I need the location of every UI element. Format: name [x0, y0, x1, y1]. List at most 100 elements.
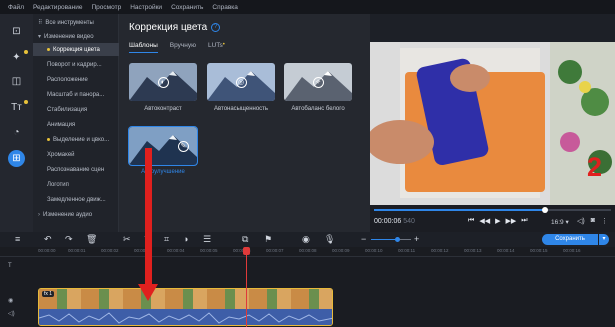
seek-bar[interactable] — [374, 207, 611, 213]
ruler-tick: 00:00:01 — [68, 248, 86, 253]
preset-autocontrast[interactable]: ◐ — [129, 63, 197, 101]
marker-icon[interactable]: ⚑ — [264, 234, 272, 245]
transitions-icon[interactable]: ◫ — [8, 73, 25, 90]
clip-properties-icon[interactable]: ☰ — [203, 234, 211, 245]
record-video-icon[interactable]: ◉ — [302, 234, 310, 245]
import-icon[interactable]: ⊡ — [8, 23, 25, 40]
text-track-icon[interactable]: T — [8, 263, 12, 269]
delete-icon[interactable]: 🗑 — [86, 234, 97, 245]
clip-thumbnails — [39, 289, 332, 309]
zoom-slider[interactable] — [371, 237, 411, 242]
magic-wand-icon: ✎ — [177, 140, 189, 152]
skip-end-icon[interactable]: ⏭ — [521, 217, 527, 225]
panel-title: Коррекция цвета? — [129, 22, 221, 33]
preset-label: Автоконтраст — [144, 106, 182, 112]
video-clip[interactable]: fx 1 — [38, 288, 333, 326]
tool-group-audio[interactable]: › Изменение аудио — [33, 208, 119, 221]
ruler-tick: 00:00:08 — [299, 248, 317, 253]
playhead[interactable] — [246, 249, 247, 327]
preset-white-balance[interactable]: ✧ — [284, 63, 352, 101]
ruler-tick: 00:00:13 — [464, 248, 482, 253]
ruler-tick: 00:00:04 — [167, 248, 185, 253]
clip-waveform — [39, 309, 332, 325]
color-adjust-icon[interactable]: ◑ — [183, 234, 188, 244]
tool-highlight[interactable]: Выделение и цвко... — [33, 133, 119, 146]
video-preview[interactable] — [370, 42, 615, 205]
audio-track-icon[interactable]: ◁) — [8, 310, 15, 317]
step-back-icon[interactable]: ◀◀ — [479, 217, 490, 225]
video-track-icon[interactable]: ◉ — [8, 297, 13, 304]
overlay-icon[interactable]: ⧉ — [242, 234, 248, 245]
bulb-icon: ✧ — [312, 76, 324, 88]
tool-stabilization[interactable]: Стабилизация — [33, 103, 119, 116]
microphone-icon[interactable]: 🎙 — [324, 234, 335, 245]
save-button[interactable]: Сохранить — [542, 234, 598, 245]
ruler-tick: 00:00:02 — [101, 248, 119, 253]
skip-start-icon[interactable]: ⏮ — [468, 217, 474, 225]
preset-autosaturation[interactable]: ◎ — [207, 63, 275, 101]
menu-help[interactable]: Справка — [212, 4, 238, 11]
menu-file[interactable]: Файл — [8, 4, 24, 11]
timeline-toolbar: ≡ ↶ ↷ 🗑 ✂ ↻ ⌗ ◑ ☰ ⧉ ⚑ ◉ 🎙 − + Сохранить … — [0, 232, 615, 247]
cut-icon[interactable]: ✂ — [123, 234, 131, 245]
tool-group-video[interactable]: ▾ Изменение видео — [33, 30, 119, 43]
tab-luts[interactable]: LUTs• — [208, 42, 225, 53]
step-forward-icon[interactable]: ▶▶ — [505, 217, 516, 225]
tab-manual[interactable]: Вручную — [170, 42, 196, 53]
tool-logo[interactable]: Логотип — [33, 178, 119, 191]
seek-progress — [374, 209, 545, 211]
preset-label: Автонасыщенность — [213, 106, 269, 112]
menu-bar: Файл Редактирование Просмотр Настройки С… — [0, 0, 615, 14]
seek-handle[interactable] — [541, 207, 548, 213]
magic-wand-icon[interactable]: ✦ — [8, 49, 28, 66]
tab-templates[interactable]: Шаблоны — [129, 42, 158, 53]
annotation-arrow-head — [138, 284, 158, 301]
more-icon[interactable]: ⋮ — [601, 217, 608, 225]
menu-edit[interactable]: Редактирование — [33, 4, 83, 11]
tool-scene-detect[interactable]: Распознавание сцен — [33, 163, 119, 176]
play-icon[interactable]: ▶ — [495, 217, 500, 225]
tool-chromakey[interactable]: Хромакей — [33, 148, 119, 161]
tool-zoom-pan[interactable]: Масштаб и панора... — [33, 88, 119, 101]
menu-settings[interactable]: Настройки — [130, 4, 162, 11]
save-dropdown-icon[interactable]: ▾ — [599, 234, 609, 245]
grid-icon: ⠿ — [38, 20, 43, 26]
help-icon[interactable]: ? — [211, 22, 221, 32]
tool-slow-motion[interactable]: Замедленное движ... — [33, 193, 119, 206]
menu-view[interactable]: Просмотр — [92, 4, 122, 11]
more-tools-icon[interactable]: ⊞ — [8, 150, 25, 167]
ruler-tick: 00:00:12 — [431, 248, 449, 253]
titles-icon[interactable]: Tт — [8, 99, 28, 116]
crop-icon[interactable]: ⌗ — [164, 234, 169, 245]
zoom-out-icon[interactable]: − — [361, 234, 366, 244]
annotation-arrow — [145, 148, 152, 288]
volume-icon[interactable]: ◁) — [577, 217, 585, 225]
zoom-in-icon[interactable]: + — [414, 234, 419, 244]
all-tools-item[interactable]: ⠿ Все инструменты — [33, 16, 119, 29]
ruler-tick: 00:00:09 — [332, 248, 350, 253]
preset-label: Автобаланс белого — [291, 106, 345, 112]
zoom-fill — [371, 239, 397, 240]
annotation-step-number: 2 — [587, 152, 603, 182]
redo-icon[interactable]: ↷ — [65, 234, 73, 245]
timeline-tracks: T ◉ ◁) fx 1 — [0, 257, 615, 327]
ruler-tick: 00:00:16 — [563, 248, 581, 253]
time-display: 00:00:06 540 — [374, 218, 415, 225]
timeline-ruler[interactable]: 00:00:00 00:00:01 00:00:02 00:00:03 00:0… — [0, 247, 615, 257]
snapshot-icon[interactable]: ◙ — [591, 217, 595, 225]
undo-icon[interactable]: ↶ — [44, 234, 52, 245]
zoom-handle[interactable] — [395, 237, 400, 242]
tool-animation[interactable]: Анимация — [33, 118, 119, 131]
menu-save[interactable]: Сохранить — [171, 4, 203, 11]
saturation-icon: ◎ — [235, 76, 247, 88]
tool-position[interactable]: Расположение — [33, 73, 119, 86]
timeline-settings-icon[interactable]: ≡ — [15, 234, 20, 244]
preset-auto-enhance[interactable]: ✎ — [128, 126, 198, 166]
aspect-ratio-select[interactable]: 16:9 ▾ — [551, 218, 569, 226]
clip-effects-badge[interactable]: fx 1 — [42, 291, 55, 297]
tool-rotate-crop[interactable]: Поворот и кадрир... — [33, 58, 119, 71]
stickers-icon[interactable]: ◔ — [8, 124, 25, 141]
contrast-icon: ◐ — [157, 76, 169, 88]
panel-tabs: Шаблоны Вручную LUTs• — [129, 42, 237, 53]
tool-color-correction[interactable]: Коррекция цвета — [33, 43, 119, 56]
